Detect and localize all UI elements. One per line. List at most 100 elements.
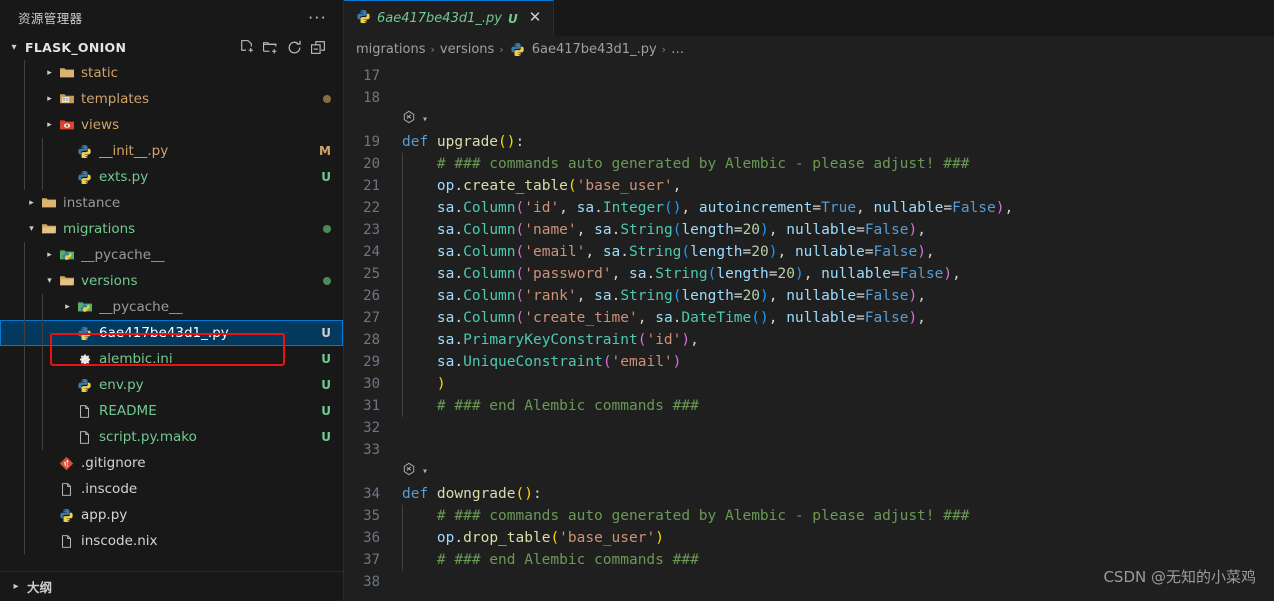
file-tree-item[interactable]: ▸ static [0,60,343,86]
code-line[interactable]: 18 [344,87,1274,109]
code-line[interactable]: 28 sa.PrimaryKeyConstraint('id'), [344,329,1274,351]
new-folder-icon[interactable] [262,39,279,56]
code-indent-guide [402,241,403,263]
file-tree-item[interactable]: ▸ templates [0,86,343,112]
file-tree-item[interactable]: __init__.py M [0,138,343,164]
breadcrumb-segment[interactable]: migrations [356,42,426,57]
code-token: ) [908,288,918,304]
file-tree-item-selected[interactable]: 6ae417be43d1_.py U [0,320,343,346]
code-line[interactable]: 30 ) [344,373,1274,395]
code-line[interactable]: 21 op.create_table('base_user', [344,175,1274,197]
explorer-title: 资源管理器 [18,11,83,26]
tree-indent-guide [42,372,43,398]
chevron-right-icon[interactable]: ▸ [60,302,75,312]
code-line[interactable]: 29 sa.UniqueConstraint('email') [344,351,1274,373]
code-line[interactable]: 27 sa.Column('create_time', sa.DateTime(… [344,307,1274,329]
breadcrumb-segment[interactable]: … [671,42,684,57]
chevron-right-icon[interactable]: ▸ [42,94,57,104]
code-line[interactable]: 31 # ### end Alembic commands ### [344,395,1274,417]
tab-filename: 6ae417be43d1_.py [377,11,502,26]
code-token: ) [760,310,769,326]
code-token: String [629,244,682,260]
code-line-text [392,65,1274,87]
tree-indent-guide [42,398,43,424]
code-line[interactable]: 23 sa.Column('name', sa.String(length=20… [344,219,1274,241]
tree-indent-guide [24,450,25,476]
chevron-right-icon[interactable]: ▸ [42,120,57,130]
new-file-icon[interactable] [238,39,255,56]
file-tree-item[interactable]: env.py U [0,372,343,398]
tree-indent-guide [24,346,25,372]
breadcrumb[interactable]: migrations › versions › 6ae417be43d1_.py ›… [344,36,1274,63]
chevron-right-icon[interactable]: ▸ [42,68,57,78]
code-line[interactable]: 33 [344,439,1274,461]
code-line[interactable]: 34 def downgrade(): [344,483,1274,505]
code-line[interactable]: 32 [344,417,1274,439]
file-tree-item[interactable]: alembic.ini U [0,346,343,372]
chevron-down-icon[interactable]: ▾ [42,276,57,286]
code-token: False [952,200,996,216]
file-tree-item[interactable]: ▸ instance [0,190,343,216]
chevron-down-icon[interactable]: ▾ [422,109,428,131]
file-tree-item[interactable]: README U [0,398,343,424]
code-line[interactable]: 25 sa.Column('password', sa.String(lengt… [344,263,1274,285]
code-token: sa [402,200,455,216]
file-tree-item[interactable]: ▸ views [0,112,343,138]
outline-panel-header[interactable]: ▸ 大纲 [0,571,343,601]
run-test-icon[interactable] [402,109,416,131]
file-tree-item[interactable]: script.py.mako U [0,424,343,450]
file-tree-item[interactable]: ▾ migrations [0,216,343,242]
file-tree[interactable]: ▸ static ▸ templates ▸ views __init__.py M ext… [0,59,343,571]
chevron-right-icon[interactable]: ▸ [24,198,39,208]
breadcrumb-segment[interactable]: versions [440,42,494,57]
file-tree-item[interactable]: ▾ versions [0,268,343,294]
tab-bar-empty-space [554,0,1274,36]
file-tree-item-label: static [81,65,119,81]
code-line[interactable]: 20 # ### commands auto generated by Alem… [344,153,1274,175]
code-editor-content[interactable]: 17 18 ▾ 19 def upgrade(): 20 # ### commands… [344,63,1274,601]
explorer-title-row: 资源管理器 ··· [0,0,343,35]
code-line[interactable]: 38 [344,571,1274,593]
refresh-icon[interactable] [286,39,303,56]
workspace-name: FLASK_ONION [25,39,127,55]
code-token: length [716,266,769,282]
code-token: upgrade [436,134,499,150]
code-token: ( [515,200,525,216]
code-line[interactable]: 36 op.drop_table('base_user') [344,527,1274,549]
more-actions-icon[interactable]: ··· [302,10,333,25]
file-tree-item[interactable]: ▸ __pycache__ [0,242,343,268]
code-line[interactable]: 37 # ### end Alembic commands ### [344,549,1274,571]
file-tree-item[interactable]: .gitignore [0,450,343,476]
breadcrumb-segment[interactable]: 6ae417be43d1_.py [532,42,657,57]
code-token: nullable [821,266,891,282]
chevron-down-icon[interactable]: ▾ [24,224,39,234]
file-tree-item-label: inscode.nix [81,533,158,549]
file-tree-item[interactable]: ▸ __pycache__ [0,294,343,320]
close-icon[interactable]: ✕ [524,10,545,27]
code-line[interactable]: 26 sa.Column('rank', sa.String(length=20… [344,285,1274,307]
collapse-all-icon[interactable] [310,39,327,56]
folder-icon [57,65,76,81]
file-tree-item[interactable]: exts.py U [0,164,343,190]
code-lens-row: ▾ [344,109,1274,131]
file-tree-item[interactable]: inscode.nix [0,528,343,554]
run-test-icon[interactable] [402,461,416,483]
code-line[interactable]: 35 # ### commands auto generated by Alem… [344,505,1274,527]
chevron-right-icon[interactable]: ▸ [42,250,57,260]
code-line[interactable]: 17 [344,65,1274,87]
code-line[interactable]: 24 sa.Column('email', sa.String(length=2… [344,241,1274,263]
chevron-down-icon[interactable]: ▾ [6,42,22,53]
code-indent-guide [402,307,403,329]
code-token: Column [463,288,516,304]
file-icon [75,404,94,419]
file-tree-item[interactable]: app.py [0,502,343,528]
editor-tab-active[interactable]: 6ae417be43d1_.py U ✕ [344,0,555,36]
code-line[interactable]: 19 def upgrade(): [344,131,1274,153]
code-line[interactable]: 22 sa.Column('id', sa.Integer(), autoinc… [344,197,1274,219]
chevron-right-icon[interactable]: ▸ [8,581,24,592]
code-token: , [768,222,787,238]
workspace-root-row[interactable]: ▾ FLASK_ONION [0,35,343,59]
tree-indent-guide [42,164,43,190]
chevron-down-icon[interactable]: ▾ [422,461,428,483]
file-tree-item[interactable]: .inscode [0,476,343,502]
